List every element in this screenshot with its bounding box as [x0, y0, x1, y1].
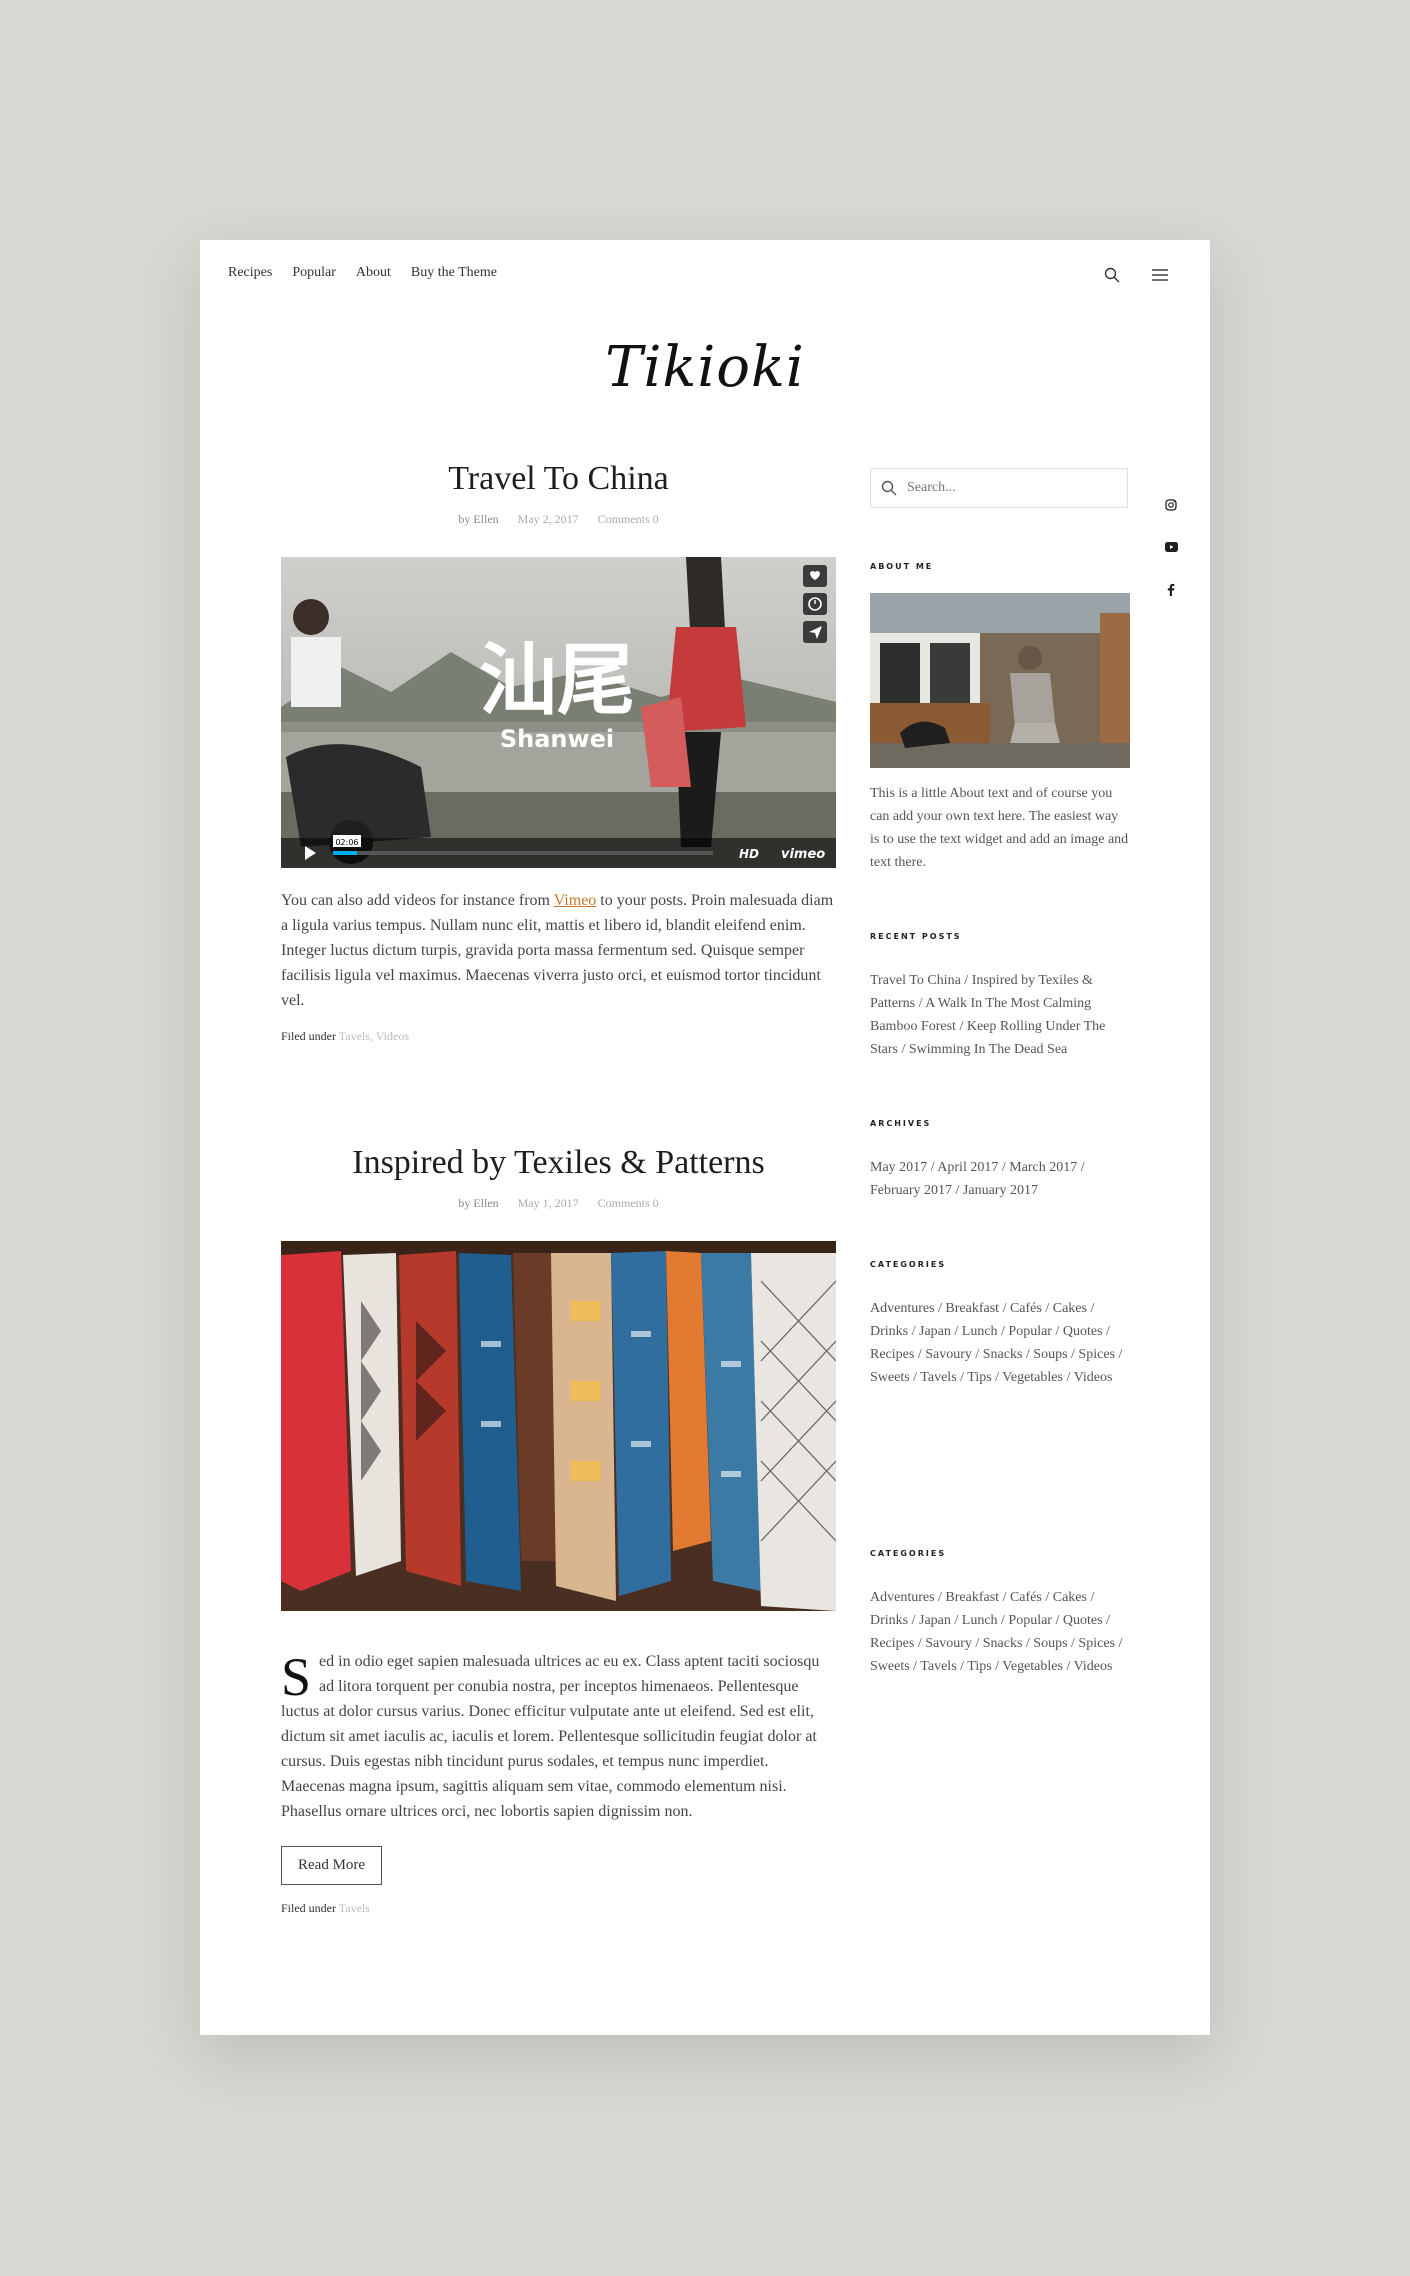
post-comments[interactable]: Comments 0	[598, 512, 659, 526]
search-icon	[881, 480, 897, 496]
dropcap: S	[281, 1647, 312, 1707]
categories-title: CATEGORIES	[870, 1260, 947, 1269]
post-meta: by Ellen May 2, 2017 Comments 0	[281, 512, 836, 527]
video-hd: HD	[739, 847, 759, 861]
post-date: May 1, 2017	[517, 1196, 579, 1210]
filed-label: Filed under	[281, 1029, 336, 1043]
about-widget-title: ABOUT ME	[870, 562, 934, 571]
post-filed-under: Filed under Tavels, Videos	[281, 1029, 836, 1044]
post-filed-under: Filed under Tavels	[281, 1901, 836, 1916]
recent-posts-title: RECENT POSTS	[870, 932, 962, 941]
post-comments[interactable]: Comments 0	[598, 1196, 659, 1210]
nav-popular[interactable]: Popular	[292, 265, 336, 281]
excerpt-text-end: to your posts. Proin malesuada diam a li…	[281, 892, 834, 1009]
page-card: Recipes Popular About Buy the Theme Tiki…	[200, 240, 1210, 2035]
search-input[interactable]	[905, 479, 1109, 497]
header-actions	[1102, 265, 1170, 285]
excerpt-text-start: You can also add videos for instance fro…	[281, 892, 554, 909]
facebook-icon[interactable]	[1164, 582, 1178, 596]
post-author[interactable]: by Ellen	[458, 1196, 498, 1210]
post-excerpt: You can also add videos for instance fro…	[281, 888, 836, 1013]
post-title[interactable]: Inspired by Texiles & Patterns	[281, 1144, 836, 1182]
sidebar-search	[870, 468, 1128, 508]
top-nav: Recipes Popular About Buy the Theme	[228, 265, 497, 281]
archives-list[interactable]: May 2017 / April 2017 / March 2017 / Feb…	[870, 1156, 1130, 1202]
menu-icon[interactable]	[1150, 265, 1170, 285]
post-date: May 2, 2017	[517, 512, 579, 526]
sidebar: ABOUT ME This is a little About text and…	[870, 468, 1130, 1678]
video-player[interactable]: 汕尾 Shanwei 02:06 HD vimeo	[281, 557, 836, 868]
filed-label: Filed under	[281, 1901, 336, 1915]
instagram-icon[interactable]	[1164, 498, 1178, 512]
post-featured-image[interactable]	[281, 1241, 836, 1611]
about-text: This is a little About text and of cours…	[870, 786, 1129, 870]
search-icon[interactable]	[1102, 265, 1122, 285]
post-travel-to-china: Travel To China by Ellen May 2, 2017 Com…	[281, 460, 836, 1044]
post-meta: by Ellen May 1, 2017 Comments 0	[281, 1196, 836, 1211]
main-column: Travel To China by Ellen May 2, 2017 Com…	[281, 460, 836, 1916]
read-more-button[interactable]: Read More	[281, 1846, 383, 1885]
video-thumbnail: 汕尾 Shanwei 02:06 HD vimeo	[281, 557, 836, 868]
nav-recipes[interactable]: Recipes	[228, 265, 272, 281]
about-image	[870, 593, 1130, 768]
site-logo[interactable]: Tikioki	[200, 335, 1210, 400]
archives-title: ARCHIVES	[870, 1119, 932, 1128]
video-caption-cn: 汕尾	[479, 636, 635, 726]
video-caption-en: Shanwei	[500, 725, 614, 753]
vimeo-link[interactable]: Vimeo	[554, 892, 597, 909]
filed-tags[interactable]: Tavels, Videos	[339, 1029, 409, 1043]
social-links	[1164, 498, 1178, 596]
categories-list[interactable]: Adventures / Breakfast / Cafés / Cakes /…	[870, 1297, 1130, 1389]
categories-list-2[interactable]: Adventures / Breakfast / Cafés / Cakes /…	[870, 1586, 1130, 1678]
post-title[interactable]: Travel To China	[281, 460, 836, 498]
post-excerpt: Sed in odio eget sapien malesuada ultric…	[281, 1649, 836, 1824]
nav-about[interactable]: About	[356, 265, 391, 281]
youtube-icon[interactable]	[1164, 540, 1178, 554]
excerpt-text: ed in odio eget sapien malesuada ultrice…	[281, 1653, 820, 1820]
categories-title-2: CATEGORIES	[870, 1549, 947, 1558]
post-inspired-by-texiles: Inspired by Texiles & Patterns by Ellen …	[281, 1144, 836, 1916]
video-time: 02:06	[335, 838, 358, 847]
filed-tags[interactable]: Tavels	[339, 1901, 370, 1915]
nav-buy-the-theme[interactable]: Buy the Theme	[411, 265, 497, 281]
post-author[interactable]: by Ellen	[458, 512, 498, 526]
textiles-image	[281, 1241, 836, 1611]
recent-posts-list[interactable]: Travel To China / Inspired by Texiles & …	[870, 969, 1130, 1061]
vimeo-logo: vimeo	[781, 847, 825, 862]
